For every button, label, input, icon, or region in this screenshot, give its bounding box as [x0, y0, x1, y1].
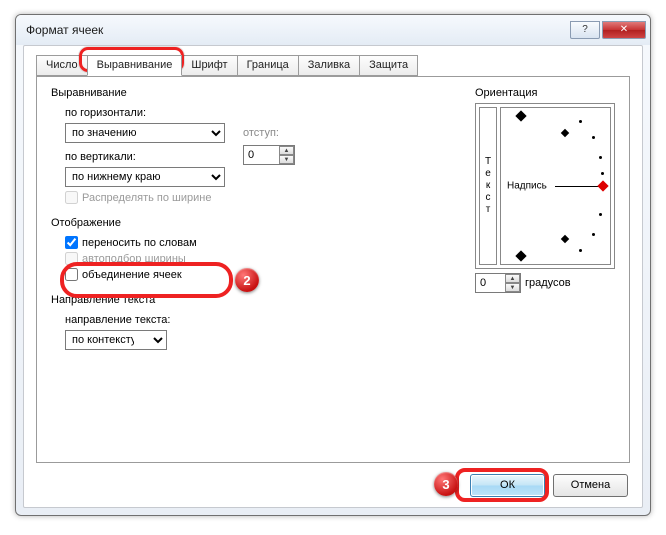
indent-spin-buttons[interactable]: ▲▼: [279, 146, 294, 164]
shrink-checkbox: [65, 252, 78, 265]
annotation-badge-2: 2: [235, 268, 259, 292]
vertical-label: по вертикали:: [65, 151, 136, 163]
group-orientation: Ориентация Текст Надпись: [475, 87, 615, 293]
dialog-client: Число Выравнивание Шрифт Граница Заливка…: [23, 45, 643, 508]
distribute-checkbox: [65, 191, 78, 204]
tab-number[interactable]: Число: [36, 55, 88, 76]
distribute-label: Распределять по ширине: [82, 192, 211, 204]
tab-alignment[interactable]: Выравнивание: [87, 55, 183, 76]
tab-border[interactable]: Граница: [237, 55, 299, 76]
help-button[interactable]: ?: [570, 21, 600, 39]
vertical-select[interactable]: по нижнему краю: [65, 167, 225, 187]
shrink-label: автоподбор ширины: [82, 253, 186, 265]
indent-label: отступ:: [243, 127, 279, 139]
annotation-badge-3: 3: [434, 472, 458, 496]
dialog-window: Формат ячеек ? ✕ Число Выравнивание Шриф…: [15, 14, 651, 516]
group-text-direction: Направление текста направление текста: п…: [51, 294, 615, 354]
text-direction-select[interactable]: по контексту: [65, 330, 167, 350]
titlebar[interactable]: Формат ячеек ? ✕: [16, 15, 650, 45]
merge-label: объединение ячеек: [82, 269, 182, 281]
horizontal-select[interactable]: по значению: [65, 123, 225, 143]
window-title: Формат ячеек: [26, 23, 570, 37]
cancel-button[interactable]: Отмена: [553, 474, 628, 497]
orientation-dial-label: Надпись: [507, 181, 547, 192]
tab-font[interactable]: Шрифт: [181, 55, 237, 76]
merge-checkbox[interactable]: [65, 268, 78, 281]
group-orientation-label: Ориентация: [475, 87, 537, 99]
tab-protection[interactable]: Защита: [359, 55, 418, 76]
wrap-text-checkbox[interactable]: [65, 236, 78, 249]
ok-button[interactable]: ОК: [470, 474, 545, 497]
tab-strip: Число Выравнивание Шрифт Граница Заливка…: [36, 55, 642, 76]
wrap-text-label: переносить по словам: [82, 237, 197, 249]
degrees-spin-buttons[interactable]: ▲▼: [505, 274, 520, 292]
tab-content: Выравнивание по горизонтали: по значению…: [36, 76, 630, 463]
group-alignment-label: Выравнивание: [51, 87, 127, 99]
group-display-label: Отображение: [51, 217, 121, 229]
group-text-direction-label: Направление текста: [51, 294, 155, 306]
dialog-footer: ОК Отмена: [24, 463, 642, 507]
horizontal-label: по горизонтали:: [65, 107, 146, 119]
degrees-label: градусов: [525, 277, 571, 289]
orientation-dial[interactable]: Надпись: [500, 107, 611, 265]
tab-fill[interactable]: Заливка: [298, 55, 360, 76]
close-button[interactable]: ✕: [602, 21, 646, 39]
orientation-vertical-text[interactable]: Текст: [479, 107, 497, 265]
text-direction-label: направление текста:: [65, 314, 170, 326]
